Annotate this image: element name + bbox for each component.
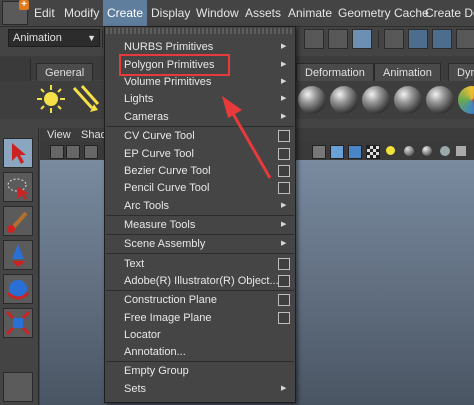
wireframe-cube-icon[interactable] <box>312 145 326 159</box>
submenu-arrow-icon: ▶ <box>281 78 287 85</box>
submenu-arrow-icon: ▶ <box>281 202 287 209</box>
curve-snap-icon[interactable] <box>456 29 474 49</box>
menu-item-pencil-curve-tool[interactable]: Pencil Curve Tool <box>124 179 209 197</box>
submenu-arrow-icon: ▶ <box>281 61 287 68</box>
menu-item-cv-curve-tool[interactable]: CV Curve Tool <box>124 127 195 145</box>
submenu-arrow-icon: ▶ <box>281 240 287 247</box>
textured-cube-icon[interactable] <box>348 145 362 159</box>
scale-tool-icon[interactable] <box>3 308 33 338</box>
menu-item-measure-tools[interactable]: Measure Tools <box>124 216 195 234</box>
checker-icon[interactable] <box>366 145 380 159</box>
chevron-down-icon: ▼ <box>87 33 96 43</box>
tab-animation[interactable]: Animation <box>374 63 441 81</box>
menu-item-sets[interactable]: Sets <box>124 380 146 398</box>
submenu-arrow-icon: ▶ <box>281 113 287 120</box>
app-logo-icon[interactable]: + <box>2 0 29 25</box>
option-box-icon[interactable] <box>278 165 290 177</box>
motion-blur-icon[interactable] <box>440 146 450 156</box>
menu-item-locator[interactable]: Locator <box>124 326 161 344</box>
rotate-tool-icon[interactable] <box>3 274 33 304</box>
menu-assets[interactable]: Assets <box>241 0 285 26</box>
menu-modify[interactable]: Modify <box>60 0 103 26</box>
lighting-icon[interactable] <box>386 146 395 155</box>
tab-dynamics[interactable]: Dyna <box>448 63 474 81</box>
move-snap-icon[interactable] <box>408 29 428 49</box>
menu-item-adobe-illustrator-object[interactable]: Adobe(R) Illustrator(R) Object... <box>124 272 279 290</box>
option-box-icon[interactable] <box>278 312 290 324</box>
shaded-cube-icon[interactable] <box>330 145 344 159</box>
shadow-icon[interactable] <box>404 146 414 156</box>
select-component-icon[interactable] <box>352 29 372 49</box>
tab-general[interactable]: General <box>36 63 94 81</box>
menu-window[interactable]: Window <box>192 0 243 26</box>
menu-item-scene-assembly[interactable]: Scene Assembly <box>124 235 205 253</box>
toolbar-divider <box>102 30 103 48</box>
viewport-menu-shading[interactable]: Shad <box>81 128 107 142</box>
menu-create-deformers[interactable]: Create Defo <box>421 0 474 26</box>
highlight-box <box>119 54 230 76</box>
menu-item-empty-group[interactable]: Empty Group <box>124 362 189 380</box>
lasso-tool-icon[interactable] <box>3 172 33 202</box>
filter-icon[interactable] <box>384 29 404 49</box>
select-object-icon[interactable] <box>328 29 348 49</box>
menu-tear-off[interactable] <box>106 28 294 34</box>
menu-item-cameras[interactable]: Cameras <box>124 108 169 126</box>
menu-item-lights[interactable]: Lights <box>124 90 153 108</box>
menu-item-text[interactable]: Text <box>124 255 144 273</box>
menu-item-ep-curve-tool[interactable]: EP Curve Tool <box>124 145 194 163</box>
submenu-arrow-icon: ▶ <box>281 385 287 392</box>
submenu-arrow-icon: ▶ <box>281 95 287 102</box>
directional-light-icon[interactable] <box>70 84 100 114</box>
anti-alias-icon[interactable] <box>456 146 466 156</box>
sphere-icon[interactable] <box>362 86 390 114</box>
option-box-icon[interactable] <box>278 130 290 142</box>
option-box-icon[interactable] <box>278 275 290 287</box>
sphere-icon[interactable] <box>426 86 454 114</box>
menu-create[interactable]: Create <box>103 0 148 26</box>
menu-item-arc-tools[interactable]: Arc Tools <box>124 197 169 215</box>
option-box-icon[interactable] <box>278 294 290 306</box>
sphere-icon[interactable] <box>394 86 422 114</box>
last-tool-icon[interactable] <box>3 372 33 402</box>
menu-set-value: Animation <box>13 32 62 44</box>
viewport-menu-view[interactable]: View <box>47 128 71 142</box>
menu-item-annotation[interactable]: Annotation... <box>124 343 186 361</box>
move-tool-icon[interactable] <box>3 240 33 270</box>
camera-select-icon[interactable] <box>50 145 64 159</box>
option-box-icon[interactable] <box>278 258 290 270</box>
menu-geometry-cache[interactable]: Geometry Cache <box>334 0 433 26</box>
option-box-icon[interactable] <box>278 148 290 160</box>
select-hierarchy-icon[interactable] <box>304 29 324 49</box>
grid-snap-icon[interactable] <box>432 29 452 49</box>
menu-set-dropdown[interactable]: Animation ▼ <box>8 29 100 47</box>
menu-edit[interactable]: Edit <box>30 0 59 26</box>
paint-select-tool-icon[interactable] <box>3 206 33 236</box>
menu-item-bezier-curve-tool[interactable]: Bezier Curve Tool <box>124 162 211 180</box>
sphere-icon[interactable] <box>298 86 326 114</box>
menu-animate[interactable]: Animate <box>284 0 336 26</box>
tab-deformation[interactable]: Deformation <box>296 63 374 81</box>
menu-separator <box>106 253 294 254</box>
menu-item-free-image-plane[interactable]: Free Image Plane <box>124 309 211 327</box>
submenu-arrow-icon: ▶ <box>281 221 287 228</box>
camera-attributes-icon[interactable] <box>66 145 80 159</box>
submenu-arrow-icon: ▶ <box>281 43 287 50</box>
sphere-icon[interactable] <box>330 86 358 114</box>
ambient-light-icon[interactable] <box>36 84 66 114</box>
option-box-icon[interactable] <box>278 182 290 194</box>
ambient-occlusion-icon[interactable] <box>422 146 432 156</box>
select-tool-icon[interactable] <box>3 138 33 168</box>
toolbar-divider <box>378 30 379 48</box>
menu-item-construction-plane[interactable]: Construction Plane <box>124 291 217 309</box>
bookmark-icon[interactable] <box>84 145 98 159</box>
menu-display[interactable]: Display <box>147 0 194 26</box>
